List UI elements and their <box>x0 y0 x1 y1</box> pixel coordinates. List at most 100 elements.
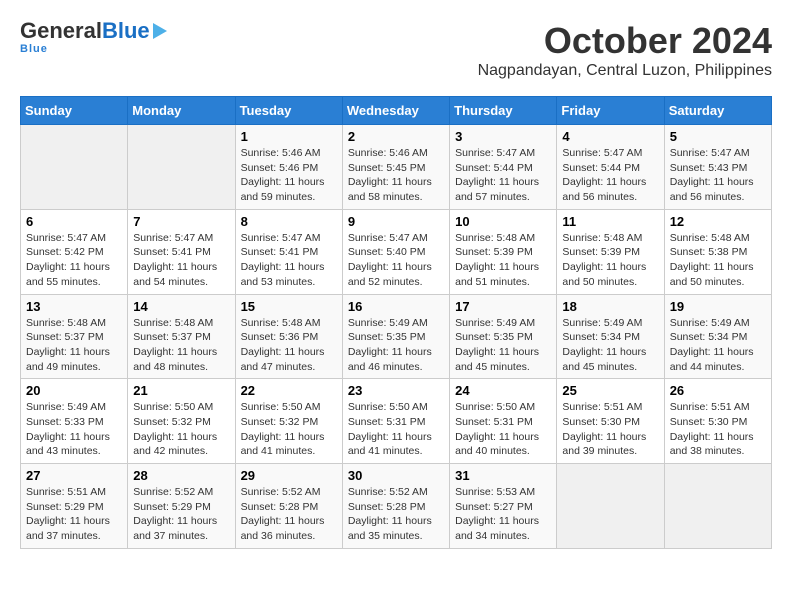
calendar-cell: 25Sunrise: 5:51 AM Sunset: 5:30 PM Dayli… <box>557 379 664 464</box>
location-title: Nagpandayan, Central Luzon, Philippines <box>478 62 772 80</box>
day-info: Sunrise: 5:50 AM Sunset: 5:31 PM Dayligh… <box>348 400 444 459</box>
calendar-cell: 30 Sunrise: 5:52 AM Sunset: 5:28 PM Dayli… <box>342 464 449 549</box>
day-info: Sunrise: 5:46 AM Sunset: 5:45 PM Dayligh… <box>348 146 444 205</box>
day-number: 27 <box>26 468 122 483</box>
day-info: Sunrise: 5:47 AM Sunset: 5:44 PM Dayligh… <box>562 146 658 205</box>
day-info: Sunrise: 5:49 AM Sunset: 5:34 PM Dayligh… <box>562 316 658 375</box>
column-header-thursday: Thursday <box>450 97 557 125</box>
calendar-cell: 27 Sunrise: 5:51 AM Sunset: 5:29 PM Dayli… <box>21 464 128 549</box>
calendar-cell: 19 Sunrise: 5:49 AM Sunset: 5:34 PM Dayli… <box>664 294 771 379</box>
calendar-cell <box>557 464 664 549</box>
day-info: Sunrise: 5:52 AM Sunset: 5:29 PM Dayligh… <box>133 485 229 544</box>
day-number: 28 <box>133 468 229 483</box>
calendar-week-row: 27 Sunrise: 5:51 AM Sunset: 5:29 PM Dayli… <box>21 464 772 549</box>
calendar-header-row: SundayMondayTuesdayWednesdayThursdayFrid… <box>21 97 772 125</box>
day-number: 30 <box>348 468 444 483</box>
day-info: Sunrise: 5:48 AM Sunset: 5:39 PM Dayligh… <box>562 231 658 290</box>
calendar-cell: 21 Sunrise: 5:50 AM Sunset: 5:32 PM Dayli… <box>128 379 235 464</box>
day-info: Sunrise: 5:47 AM Sunset: 5:41 PM Dayligh… <box>241 231 337 290</box>
calendar-cell: 17 Sunrise: 5:49 AM Sunset: 5:35 PM Dayli… <box>450 294 557 379</box>
day-number: 12 <box>670 214 766 229</box>
day-number: 18 <box>562 299 658 314</box>
day-number: 23 <box>348 383 444 398</box>
day-number: 6 <box>26 214 122 229</box>
day-info: Sunrise: 5:47 AM Sunset: 5:44 PM Dayligh… <box>455 146 551 205</box>
calendar-cell: 9 Sunrise: 5:47 AM Sunset: 5:40 PM Daylig… <box>342 209 449 294</box>
day-number: 31 <box>455 468 551 483</box>
day-number: 21 <box>133 383 229 398</box>
day-info: Sunrise: 5:48 AM Sunset: 5:36 PM Dayligh… <box>241 316 337 375</box>
day-number: 9 <box>348 214 444 229</box>
calendar-table: SundayMondayTuesdayWednesdayThursdayFrid… <box>20 96 772 549</box>
day-number: 14 <box>133 299 229 314</box>
day-number: 26 <box>670 383 766 398</box>
day-number: 3 <box>455 129 551 144</box>
day-number: 29 <box>241 468 337 483</box>
day-info: Sunrise: 5:47 AM Sunset: 5:40 PM Dayligh… <box>348 231 444 290</box>
calendar-cell: 26Sunrise: 5:51 AM Sunset: 5:30 PM Dayli… <box>664 379 771 464</box>
calendar-cell: 4 Sunrise: 5:47 AM Sunset: 5:44 PM Daylig… <box>557 125 664 210</box>
day-number: 19 <box>670 299 766 314</box>
calendar-cell: 31 Sunrise: 5:53 AM Sunset: 5:27 PM Dayli… <box>450 464 557 549</box>
day-number: 4 <box>562 129 658 144</box>
calendar-cell: 7 Sunrise: 5:47 AM Sunset: 5:41 PM Daylig… <box>128 209 235 294</box>
month-title: October 2024 <box>478 20 772 62</box>
day-info: Sunrise: 5:47 AM Sunset: 5:41 PM Dayligh… <box>133 231 229 290</box>
page-header: GeneralBlue Blue October 2024 Nagpandaya… <box>20 20 772 80</box>
calendar-week-row: 20Sunrise: 5:49 AM Sunset: 5:33 PM Dayli… <box>21 379 772 464</box>
column-header-friday: Friday <box>557 97 664 125</box>
calendar-cell: 3 Sunrise: 5:47 AM Sunset: 5:44 PM Daylig… <box>450 125 557 210</box>
day-info: Sunrise: 5:48 AM Sunset: 5:39 PM Dayligh… <box>455 231 551 290</box>
calendar-cell: 6Sunrise: 5:47 AM Sunset: 5:42 PM Daylig… <box>21 209 128 294</box>
column-header-wednesday: Wednesday <box>342 97 449 125</box>
calendar-cell: 18 Sunrise: 5:49 AM Sunset: 5:34 PM Dayli… <box>557 294 664 379</box>
logo: GeneralBlue Blue <box>20 20 167 55</box>
day-info: Sunrise: 5:51 AM Sunset: 5:29 PM Dayligh… <box>26 485 122 544</box>
day-number: 1 <box>241 129 337 144</box>
day-info: Sunrise: 5:49 AM Sunset: 5:34 PM Dayligh… <box>670 316 766 375</box>
calendar-cell <box>128 125 235 210</box>
calendar-cell: 28 Sunrise: 5:52 AM Sunset: 5:29 PM Dayli… <box>128 464 235 549</box>
logo-underline: Blue <box>20 43 48 55</box>
day-info: Sunrise: 5:48 AM Sunset: 5:37 PM Dayligh… <box>26 316 122 375</box>
day-number: 15 <box>241 299 337 314</box>
calendar-cell: 15 Sunrise: 5:48 AM Sunset: 5:36 PM Dayli… <box>235 294 342 379</box>
calendar-cell: 20Sunrise: 5:49 AM Sunset: 5:33 PM Dayli… <box>21 379 128 464</box>
day-number: 5 <box>670 129 766 144</box>
day-info: Sunrise: 5:50 AM Sunset: 5:32 PM Dayligh… <box>133 400 229 459</box>
day-number: 17 <box>455 299 551 314</box>
calendar-cell: 13 Sunrise: 5:48 AM Sunset: 5:37 PM Dayli… <box>21 294 128 379</box>
day-number: 16 <box>348 299 444 314</box>
calendar-cell: 1 Sunrise: 5:46 AM Sunset: 5:46 PM Daylig… <box>235 125 342 210</box>
calendar-cell: 24Sunrise: 5:50 AM Sunset: 5:31 PM Dayli… <box>450 379 557 464</box>
day-number: 8 <box>241 214 337 229</box>
calendar-week-row: 6Sunrise: 5:47 AM Sunset: 5:42 PM Daylig… <box>21 209 772 294</box>
day-number: 2 <box>348 129 444 144</box>
calendar-cell: 5 Sunrise: 5:47 AM Sunset: 5:43 PM Daylig… <box>664 125 771 210</box>
day-info: Sunrise: 5:47 AM Sunset: 5:43 PM Dayligh… <box>670 146 766 205</box>
day-info: Sunrise: 5:48 AM Sunset: 5:37 PM Dayligh… <box>133 316 229 375</box>
day-number: 10 <box>455 214 551 229</box>
calendar-cell: 2 Sunrise: 5:46 AM Sunset: 5:45 PM Daylig… <box>342 125 449 210</box>
column-header-monday: Monday <box>128 97 235 125</box>
day-info: Sunrise: 5:49 AM Sunset: 5:35 PM Dayligh… <box>455 316 551 375</box>
calendar-week-row: 1 Sunrise: 5:46 AM Sunset: 5:46 PM Daylig… <box>21 125 772 210</box>
day-info: Sunrise: 5:53 AM Sunset: 5:27 PM Dayligh… <box>455 485 551 544</box>
day-number: 25 <box>562 383 658 398</box>
day-number: 7 <box>133 214 229 229</box>
calendar-cell: 14 Sunrise: 5:48 AM Sunset: 5:37 PM Dayli… <box>128 294 235 379</box>
calendar-cell: 23 Sunrise: 5:50 AM Sunset: 5:31 PM Dayli… <box>342 379 449 464</box>
day-info: Sunrise: 5:49 AM Sunset: 5:35 PM Dayligh… <box>348 316 444 375</box>
logo-text: GeneralBlue <box>20 20 150 42</box>
day-number: 13 <box>26 299 122 314</box>
day-number: 11 <box>562 214 658 229</box>
day-number: 24 <box>455 383 551 398</box>
calendar-cell: 22Sunrise: 5:50 AM Sunset: 5:32 PM Dayli… <box>235 379 342 464</box>
day-number: 22 <box>241 383 337 398</box>
column-header-saturday: Saturday <box>664 97 771 125</box>
calendar-cell: 12Sunrise: 5:48 AM Sunset: 5:38 PM Dayli… <box>664 209 771 294</box>
column-header-sunday: Sunday <box>21 97 128 125</box>
day-info: Sunrise: 5:46 AM Sunset: 5:46 PM Dayligh… <box>241 146 337 205</box>
day-info: Sunrise: 5:52 AM Sunset: 5:28 PM Dayligh… <box>348 485 444 544</box>
calendar-body: 1 Sunrise: 5:46 AM Sunset: 5:46 PM Daylig… <box>21 125 772 549</box>
